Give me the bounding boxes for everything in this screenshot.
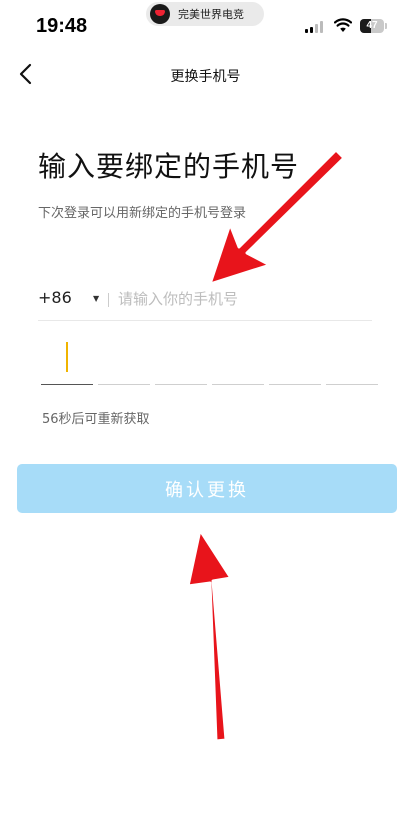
confirm-change-button[interactable]: 确认更换 <box>17 464 397 513</box>
heading: 输入要绑定的手机号 <box>38 150 300 183</box>
verification-code-input <box>41 336 378 385</box>
phone-number-input[interactable] <box>118 286 368 312</box>
code-digit-box[interactable] <box>326 336 378 385</box>
resend-countdown: 56秒后可重新获取 <box>42 412 150 427</box>
cellular-signal-icon <box>305 21 325 33</box>
wifi-icon <box>334 18 352 32</box>
caret-down-icon[interactable]: ▼ <box>93 294 99 303</box>
annotation-arrow-icon <box>186 528 233 743</box>
page-title: 更换手机号 <box>170 69 241 85</box>
status-time: 19:48 <box>36 15 88 37</box>
code-digit-box[interactable] <box>41 336 93 385</box>
field-divider <box>108 293 109 307</box>
battery-icon: 47 <box>360 19 388 33</box>
subheading: 下次登录可以用新绑定的手机号登录 <box>38 206 247 221</box>
text-cursor <box>66 342 68 372</box>
code-digit-box[interactable] <box>155 336 207 385</box>
code-digit-box[interactable] <box>269 336 321 385</box>
dynamic-island: 完美世界电竞 <box>146 2 264 26</box>
country-code-selector[interactable]: +86 <box>38 288 72 307</box>
battery-percentage: 47 <box>366 20 378 31</box>
app-logo-icon <box>150 4 170 24</box>
status-bar: 19:48 完美世界电竞 47 <box>0 0 411 54</box>
code-digit-box[interactable] <box>98 336 150 385</box>
phone-number-row: +86 ▼ <box>38 280 372 321</box>
code-digit-box[interactable] <box>212 336 264 385</box>
island-app-name: 完美世界电竞 <box>178 8 244 21</box>
